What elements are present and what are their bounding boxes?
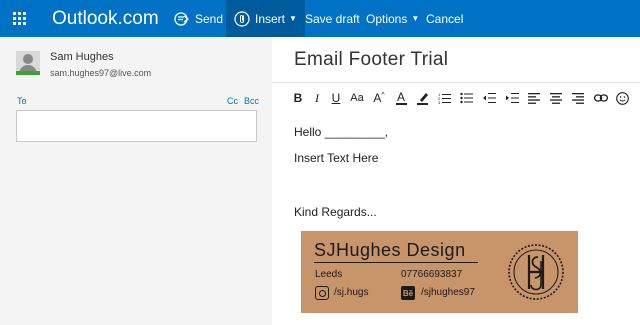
align-left-button[interactable] [526,89,542,107]
signature-underline [314,262,478,263]
signature-phone: 07766693837 [401,269,463,280]
signature-behance: /sjhughes97 [421,287,475,298]
font-color-icon: A [396,90,405,104]
highlight-button[interactable] [414,89,430,107]
numbered-list-button[interactable]: 123 [436,89,452,107]
indent-icon [505,93,519,103]
body-text[interactable]: Insert Text Here [294,151,378,165]
align-right-icon [572,92,584,104]
font-size-button[interactable]: Aa [349,89,365,107]
numbered-list-icon: 123 [438,92,451,104]
bcc-link[interactable]: Bcc [244,96,259,106]
brand-title[interactable]: Outlook.com [52,8,159,30]
save-draft-label: Save draft [305,11,360,26]
body-closing[interactable]: Kind Regards... [294,205,377,219]
to-field[interactable] [16,110,257,142]
divider [272,82,640,83]
save-draft-button[interactable]: Save draft [305,0,360,37]
decrease-indent-button[interactable] [481,89,497,107]
app-launcher-button[interactable] [0,0,38,37]
options-button[interactable]: Options ▼ [366,0,419,37]
left-pane: Sam Hughes sam.hughes97@live.com To Cc B… [0,37,272,325]
chevron-down-icon: ▼ [411,14,420,23]
waffle-icon [12,12,26,25]
monogram-seal-icon [508,244,564,300]
insert-button[interactable]: Insert ▼ [226,0,305,37]
link-icon [594,94,608,102]
bullet-list-icon [459,92,473,104]
increase-indent-button[interactable] [504,89,520,107]
italic-button[interactable]: I [309,89,325,107]
top-bar: Outlook.com Send Insert ▼ Save draft Opt… [0,0,640,37]
grow-font-icon: A [373,91,382,105]
align-right-button[interactable] [570,89,586,107]
emoji-button[interactable] [614,89,630,107]
paperclip-icon [234,10,250,27]
options-label: Options [366,11,408,26]
cancel-button[interactable]: Cancel [426,0,463,37]
instagram-icon [315,286,329,300]
avatar [16,51,40,75]
align-center-icon [550,92,562,104]
send-label: Send [195,11,224,26]
chevron-down-icon: ▼ [289,14,297,23]
cc-link[interactable]: Cc [227,96,238,106]
insert-label: Insert [255,11,286,26]
signature-instagram: /sj.hugs [334,287,369,298]
subject-field[interactable]: Email Footer Trial [294,49,448,71]
underline-button[interactable]: U [328,89,344,107]
to-label[interactable]: To [17,96,27,106]
behance-icon: Bē [401,286,415,300]
send-button[interactable]: Send [174,0,223,37]
sender-name: Sam Hughes [50,51,114,63]
body-greeting[interactable]: Hello _________, [294,125,388,139]
signature-city: Leeds [315,269,343,280]
send-icon [174,11,189,26]
bullet-list-button[interactable] [458,89,474,107]
outdent-icon [482,93,496,103]
signature-title: SJHughes Design [314,240,466,260]
bold-button[interactable]: B [290,89,306,107]
align-center-button[interactable] [548,89,564,107]
svg-text:3: 3 [438,100,441,104]
signature-card: SJHughes Design Leeds 07766693837 /sj.hu… [301,231,578,313]
insert-link-button[interactable] [593,89,609,107]
highlighter-icon [416,93,428,105]
sender-email: sam.hughes97@live.com [50,68,152,78]
align-left-icon [528,92,540,104]
cancel-label: Cancel [426,11,464,26]
grow-font-button[interactable]: A ^ [371,89,387,107]
font-color-button[interactable]: A [393,89,409,107]
smiley-icon [615,91,629,105]
